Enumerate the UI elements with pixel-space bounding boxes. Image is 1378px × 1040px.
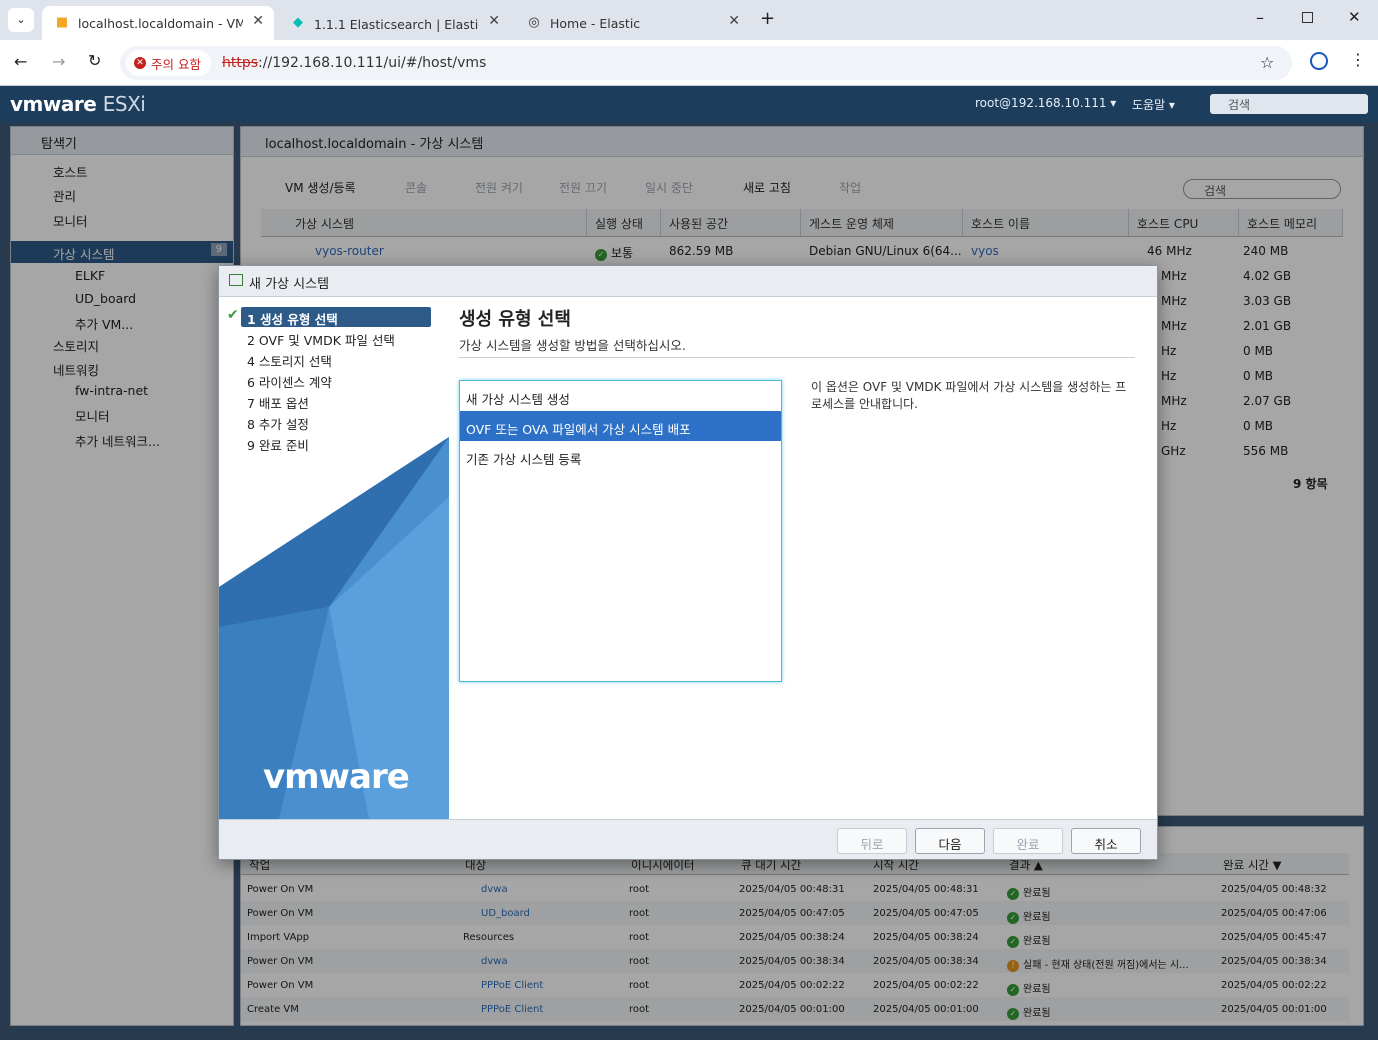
maximize-button[interactable]	[1302, 12, 1313, 23]
esxi-header: vmware ESXi root@192.168.10.111 ▾ 도움말 ▾ …	[0, 86, 1378, 122]
security-label: 주의 요함	[151, 56, 201, 72]
forward-button[interactable]: →	[52, 52, 65, 71]
logo-text: vmware	[10, 92, 97, 116]
menu-dots-icon[interactable]: ⋮	[1350, 50, 1366, 69]
browser-tab[interactable]: ◆ 1.1.1 Elasticsearch | Elastic 가이드 ✕	[278, 6, 510, 40]
cancel-button[interactable]: 취소	[1071, 828, 1141, 854]
dialog-title: 새 가상 시스템	[219, 266, 1157, 297]
close-tab-icon[interactable]: ✕	[728, 13, 740, 29]
finish-button[interactable]: 완료	[993, 828, 1063, 854]
next-button[interactable]: 다음	[915, 828, 985, 854]
warning-icon: ✕	[134, 57, 146, 69]
tab-title: Home - Elastic	[550, 15, 641, 31]
vm-add-icon	[229, 274, 243, 286]
logo-product: ESXi	[102, 92, 146, 116]
divider	[459, 357, 1135, 358]
option-deploy-ovf[interactable]: OVF 또는 OVA 파일에서 가상 시스템 배포	[460, 411, 781, 441]
option-new-vm[interactable]: 새 가상 시스템 생성	[460, 381, 781, 411]
minimize-button[interactable]: –	[1256, 8, 1264, 27]
step-2[interactable]: 2 OVF 및 VMDK 파일 선택	[241, 328, 431, 348]
checkmark-icon: ✔	[227, 307, 239, 323]
browser-tab[interactable]: ■ localhost.localdomain - VMware ESXi ✕	[42, 6, 274, 40]
browser-tab[interactable]: ◎ Home - Elastic ✕	[514, 6, 750, 40]
header-search-input[interactable]: 검색	[1210, 94, 1368, 114]
address-bar-row: ← → ↻ ✕ 주의 요함 https://192.168.10.111/ui/…	[0, 40, 1378, 86]
option-description: 이 옵션은 OVF 및 VMDK 파일에서 가상 시스템을 생성하는 프로세스를…	[811, 380, 1127, 411]
tab-title: 1.1.1 Elasticsearch | Elastic 가이드	[314, 16, 479, 32]
vmware-esxi-logo: vmware ESXi	[10, 92, 146, 116]
vmware-favicon-icon: ■	[55, 15, 69, 30]
url-text[interactable]: https://192.168.10.111/ui/#/host/vms	[222, 55, 486, 71]
new-vm-wizard-dialog: 새 가상 시스템 vmware ✔ 1 생성 유형 선택 2 OVF 및 VMD…	[218, 265, 1158, 860]
reload-button[interactable]: ↻	[88, 51, 101, 70]
option-register-vm[interactable]: 기존 가상 시스템 등록	[460, 441, 781, 471]
wizard-main: 생성 유형 선택 가상 시스템을 생성할 방법을 선택하십시오. 새 가상 시스…	[449, 297, 1157, 819]
globe-favicon-icon: ◎	[528, 15, 540, 30]
back-button[interactable]: 뒤로	[837, 828, 907, 854]
back-button[interactable]: ←	[14, 52, 27, 71]
elastic-favicon-icon: ◆	[293, 15, 303, 30]
step-1[interactable]: 1 생성 유형 선택	[241, 307, 431, 327]
close-window-button[interactable]: ✕	[1348, 8, 1361, 26]
step-4[interactable]: 4 스토리지 선택	[241, 349, 431, 369]
dialog-footer: 뒤로 다음 완료 취소	[219, 819, 1157, 859]
url-scheme: https	[222, 55, 259, 71]
vmware-logo: vmware	[263, 757, 410, 797]
step-7[interactable]: 7 배포 옵션	[241, 391, 431, 411]
user-menu[interactable]: root@192.168.10.111 ▾	[975, 96, 1116, 110]
step-8[interactable]: 8 추가 설정	[241, 412, 431, 432]
security-warning-chip[interactable]: ✕ 주의 요함	[126, 50, 211, 76]
step-subheading: 가상 시스템을 생성할 방법을 선택하십시오.	[459, 338, 686, 353]
step-9[interactable]: 9 완료 준비	[241, 433, 431, 453]
profile-icon[interactable]	[1310, 52, 1328, 70]
close-tab-icon[interactable]: ✕	[488, 13, 500, 29]
help-menu[interactable]: 도움말 ▾	[1132, 96, 1175, 113]
tab-title: localhost.localdomain - VMware ESXi	[78, 15, 243, 31]
creation-type-list[interactable]: 새 가상 시스템 생성 OVF 또는 OVA 파일에서 가상 시스템 배포 기존…	[459, 380, 782, 682]
step-heading: 생성 유형 선택	[459, 309, 571, 330]
tab-search-button[interactable]: ⌄	[8, 8, 34, 32]
browser-tab-strip: ⌄ ■ localhost.localdomain - VMware ESXi …	[0, 0, 1378, 40]
step-6[interactable]: 6 라이센스 계약	[241, 370, 431, 390]
bookmark-star-icon[interactable]: ☆	[1260, 53, 1274, 72]
new-tab-button[interactable]: +	[760, 8, 775, 29]
wizard-steps-panel: vmware ✔ 1 생성 유형 선택 2 OVF 및 VMDK 파일 선택 4…	[219, 297, 449, 819]
url-path: ://192.168.10.111/ui/#/host/vms	[258, 55, 487, 71]
omnibox[interactable]: ✕ 주의 요함 https://192.168.10.111/ui/#/host…	[120, 46, 1292, 80]
close-tab-icon[interactable]: ✕	[252, 13, 264, 29]
